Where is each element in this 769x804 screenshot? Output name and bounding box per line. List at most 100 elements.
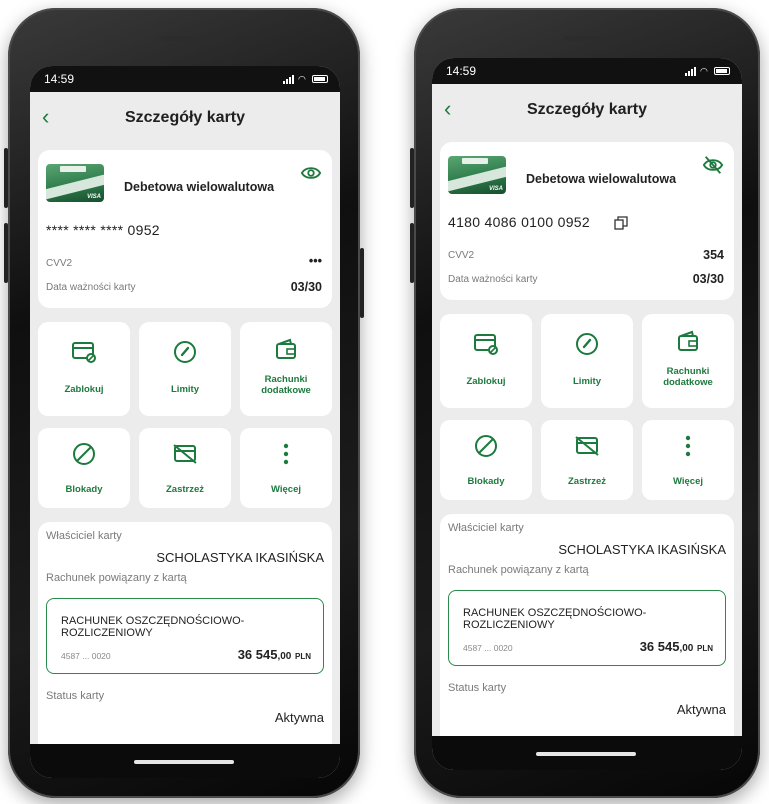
report-card-button[interactable]: Zastrzeż <box>541 420 633 500</box>
back-chevron-icon[interactable]: ‹ <box>42 106 66 130</box>
account-balance: 36 545,00 PLN <box>640 639 713 654</box>
account-name-line2: ROZLICZENIOWY <box>463 619 555 631</box>
gauge-icon <box>576 333 598 355</box>
blockades-label: Blokady <box>467 476 505 487</box>
phone-speaker <box>161 36 207 41</box>
block-card-label: Zablokuj <box>64 384 104 395</box>
home-indicator[interactable] <box>536 752 636 756</box>
report-card-label: Zastrzeż <box>165 484 204 495</box>
balance-currency: PLN <box>295 652 311 661</box>
account-name-line2: ROZLICZENIOWY <box>61 627 153 639</box>
balance-currency: PLN <box>697 644 713 653</box>
more-label: Więcej <box>270 484 301 495</box>
balance-integer: 36 545 <box>639 639 680 654</box>
blockades-button[interactable]: Blokady <box>38 428 130 508</box>
card-details-panel: VISA Debetowa wielowalutowa **** **** **… <box>38 150 332 308</box>
blockades-label: Blokady <box>65 484 103 495</box>
balance-decimal: ,00 <box>277 651 292 662</box>
screen-right: 14:59 ◠ ‹ Szczegóły karty VISA Debetowa … <box>432 58 742 770</box>
limits-button[interactable]: Limity <box>139 322 231 416</box>
account-number: 4587 ... 0020 <box>61 651 111 661</box>
block-icon <box>475 435 497 457</box>
additional-accounts-button[interactable]: Rachunki dodatkowe <box>642 314 734 408</box>
linked-account-label: Rachunek powiązany z kartą <box>448 564 589 576</box>
card-info-panel: Właściciel karty SCHOLASTYKA IKASIŃSKA R… <box>440 514 734 754</box>
limits-button[interactable]: Limity <box>541 314 633 408</box>
card-name: Debetowa wielowalutowa <box>526 172 677 186</box>
card-number: 4180 4086 0100 0952 <box>448 214 590 230</box>
status-bar: 14:59 ◠ <box>30 66 340 92</box>
more-button[interactable]: Więcej <box>240 428 332 508</box>
eye-off-icon[interactable] <box>702 154 724 176</box>
status-time: 14:59 <box>446 64 477 78</box>
owner-value: SCHOLASTYKA IKASIŃSKA <box>558 542 726 557</box>
home-indicator[interactable] <box>134 760 234 764</box>
phone-side-button <box>410 223 414 283</box>
linked-account-label: Rachunek powiązany z kartą <box>46 572 187 584</box>
card-lock-icon <box>72 342 96 363</box>
linked-account-tile[interactable]: RACHUNEK OSZCZĘDNOŚCIOWO- ROZLICZENIOWY … <box>46 598 324 674</box>
battery-icon <box>312 75 328 83</box>
phone-side-button <box>4 148 8 208</box>
phone-right: 14:59 ◠ ‹ Szczegóły karty VISA Debetowa … <box>410 8 760 798</box>
phone-side-button <box>4 223 8 283</box>
owner-label: Właściciel karty <box>46 530 122 542</box>
gauge-icon <box>174 341 196 363</box>
more-label: Więcej <box>672 476 703 487</box>
wallet-icon <box>276 338 296 359</box>
limits-label: Limity <box>573 376 601 387</box>
cvv-value: 354 <box>703 248 724 262</box>
owner-value: SCHOLASTYKA IKASIŃSKA <box>156 550 324 565</box>
card-image: VISA <box>448 156 506 194</box>
battery-icon <box>714 67 730 75</box>
more-button[interactable]: Więcej <box>642 420 734 500</box>
page-title: Szczegóły karty <box>526 101 648 118</box>
cvv-label: CVV2 <box>448 250 475 261</box>
card-number: **** **** **** 0952 <box>46 222 160 238</box>
status-time: 14:59 <box>44 72 75 86</box>
status-label: Status karty <box>46 690 105 702</box>
card-name: Debetowa wielowalutowa <box>124 180 275 194</box>
phone-speaker <box>564 36 610 41</box>
status-icons: ◠ <box>685 66 730 76</box>
account-name-line1: RACHUNEK OSZCZĘDNOŚCIOWO- <box>61 615 245 627</box>
card-info-panel: Właściciel karty SCHOLASTYKA IKASIŃSKA R… <box>38 522 332 762</box>
copy-icon[interactable] <box>614 216 628 230</box>
block-card-button[interactable]: Zablokuj <box>38 322 130 416</box>
screen-left: 14:59 ◠ ‹ Szczegóły karty VISA Debetowa … <box>30 66 340 778</box>
block-icon <box>73 443 95 465</box>
app-header: ‹ Szczegóły karty <box>432 84 742 136</box>
block-card-button[interactable]: Zablokuj <box>440 314 532 408</box>
card-lock-icon <box>474 334 498 355</box>
app-header: ‹ Szczegóły karty <box>30 92 340 144</box>
report-card-label: Zastrzeż <box>567 476 606 487</box>
more-vertical-icon <box>283 443 289 465</box>
card-cancel-icon <box>575 436 599 456</box>
balance-decimal: ,00 <box>679 643 694 654</box>
balance-integer: 36 545 <box>237 647 278 662</box>
account-balance: 36 545,00 PLN <box>238 647 311 662</box>
phone-side-button <box>410 148 414 208</box>
expiry-value: 03/30 <box>290 280 322 294</box>
phone-side-button <box>360 248 364 318</box>
linked-account-tile[interactable]: RACHUNEK OSZCZĘDNOŚCIOWO- ROZLICZENIOWY … <box>448 590 726 666</box>
limits-label: Limity <box>171 384 199 395</box>
page-title: Szczegóły karty <box>124 109 246 126</box>
card-details-panel: VISA Debetowa wielowalutowa 4180 4086 01… <box>440 142 734 300</box>
additional-accounts-button[interactable]: Rachunki dodatkowe <box>240 322 332 416</box>
account-number: 4587 ... 0020 <box>463 643 513 653</box>
report-card-button[interactable]: Zastrzeż <box>139 428 231 508</box>
back-chevron-icon[interactable]: ‹ <box>444 98 468 122</box>
card-cancel-icon <box>173 444 197 464</box>
eye-icon[interactable] <box>300 162 322 184</box>
blockades-button[interactable]: Blokady <box>440 420 532 500</box>
signal-icon <box>685 66 696 76</box>
more-vertical-icon <box>685 435 691 457</box>
additional-accounts-label: Rachunki dodatkowe <box>663 366 713 388</box>
account-name-line1: RACHUNEK OSZCZĘDNOŚCIOWO- <box>463 607 647 619</box>
wifi-icon: ◠ <box>298 74 306 84</box>
owner-label: Właściciel karty <box>448 522 524 534</box>
status-icons: ◠ <box>283 74 328 84</box>
wifi-icon: ◠ <box>700 66 708 76</box>
cvv-value: ••• <box>308 254 322 268</box>
